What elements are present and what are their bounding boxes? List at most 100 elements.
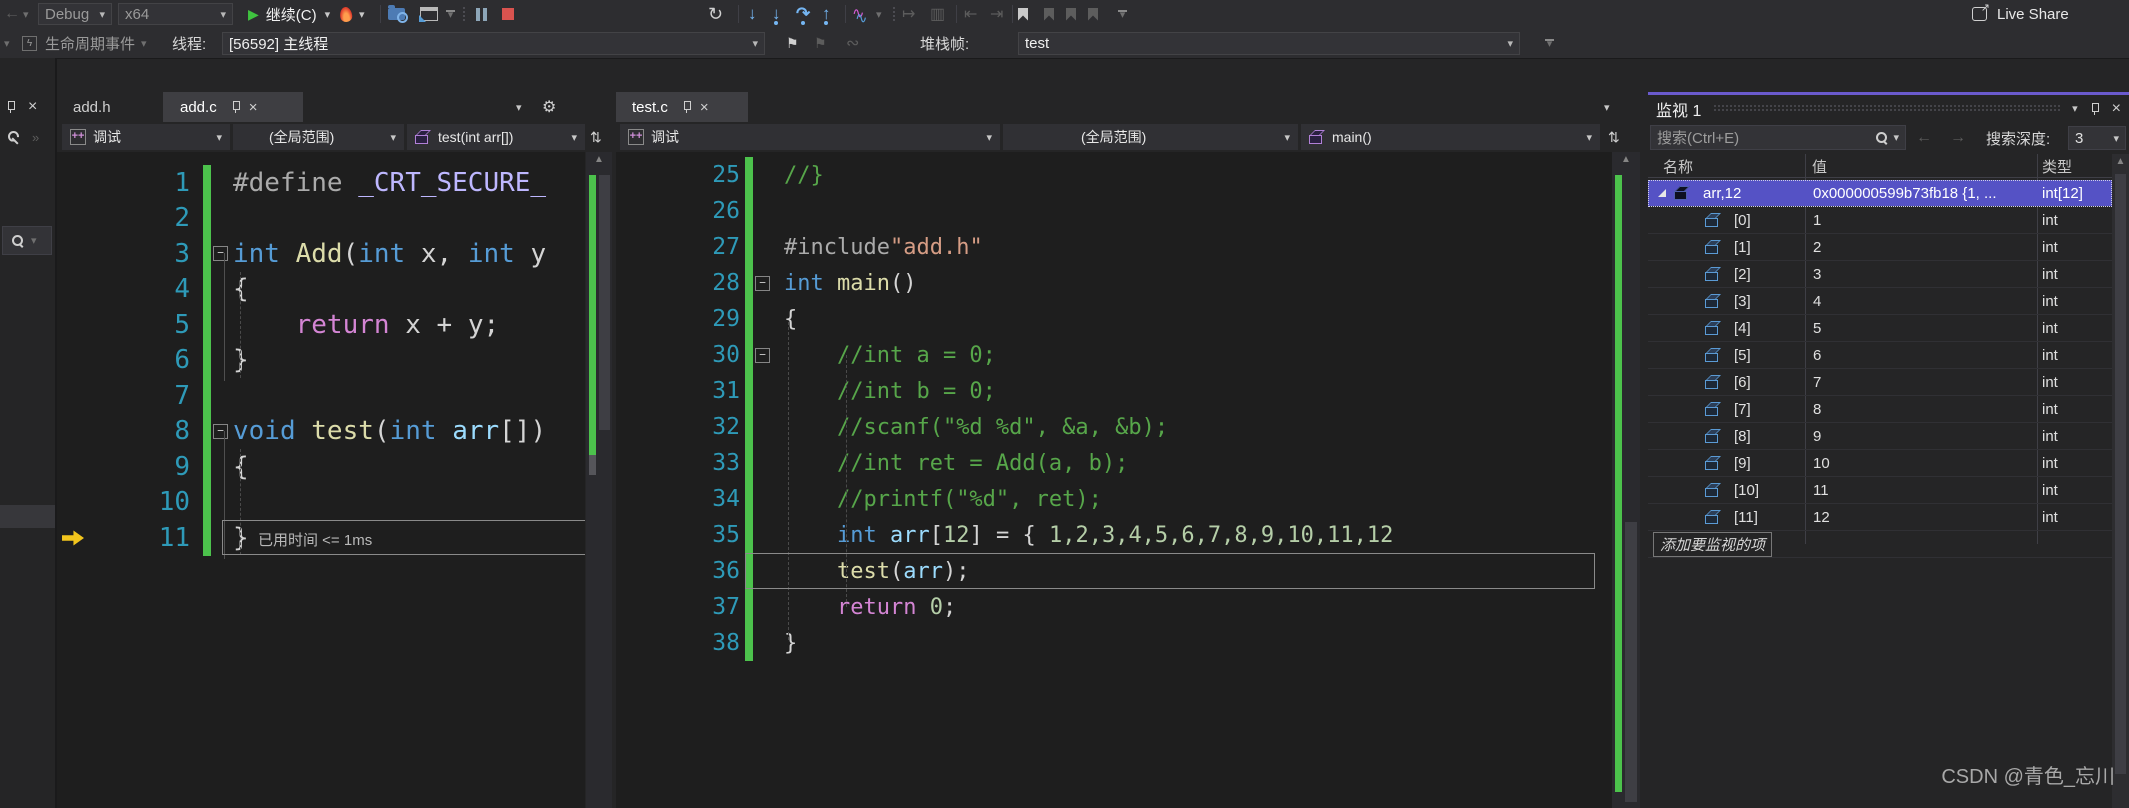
pause-button[interactable] [476, 0, 487, 28]
watch-name-cell[interactable]: [5] [1648, 342, 1805, 368]
watch-name-cell[interactable]: [7] [1648, 396, 1805, 422]
code-line-35[interactable]: 35 int arr[12] = { 1,2,3,4,5,6,7,8,9,10,… [616, 517, 1612, 553]
window-layout-button[interactable]: ▾ [420, 0, 455, 28]
decrease-indent-button[interactable]: ⇤ [964, 0, 977, 28]
toolbar-grip[interactable] [462, 0, 466, 28]
watch-row[interactable]: arr,120x000000599b73fb18 {1, ...int[12] [1648, 180, 2112, 207]
watch-grid-header[interactable]: 名称 值 类型 [1648, 154, 2129, 176]
watch-name-cell[interactable]: [8] [1648, 423, 1805, 449]
watch-name-cell[interactable]: [4] [1648, 315, 1805, 341]
restart-button[interactable]: ↻ [708, 0, 723, 28]
tab-pin-icon[interactable] [682, 100, 692, 114]
next-bookmark-button[interactable] [1066, 0, 1076, 28]
watch-title-bar[interactable]: 监视 1 ▾ × [1648, 95, 2129, 122]
increase-indent-button[interactable]: ⇥ [990, 0, 1003, 28]
mini-search-box[interactable]: ▾ [2, 226, 52, 255]
toolbar-grip-2[interactable] [892, 0, 896, 28]
overflow-chevrons-icon[interactable]: » [32, 130, 39, 145]
right-editor[interactable]: 25//}2627#include"add.h"28−int main()29{… [616, 152, 1612, 808]
live-share-button[interactable]: Live Share [1972, 0, 2069, 28]
right-tab-dropdown[interactable]: ▾ [1604, 92, 1610, 122]
watch-row[interactable]: [9]10int [1648, 450, 2112, 477]
show-threads-button[interactable]: ∿∿ ▾ [852, 0, 882, 28]
watch-search-input[interactable]: 搜索(Ctrl+E) ▾ [1650, 125, 1906, 150]
tab-close-icon[interactable]: × [700, 99, 709, 116]
watch-value-cell[interactable]: 3 [1805, 261, 2037, 287]
watch-row[interactable]: [0]1int [1648, 207, 2112, 234]
add-watch-label[interactable]: 添加要监视的项 [1653, 532, 1772, 557]
toolbar-overflow-icon[interactable]: ▾ [446, 10, 455, 18]
watch-row[interactable]: [1]2int [1648, 234, 2112, 261]
watch-value-cell[interactable]: 10 [1805, 450, 2037, 476]
code-line-2[interactable]: 2 [57, 201, 585, 237]
watch-name-cell[interactable]: arr,12 [1648, 180, 1805, 206]
scrollbar-thumb[interactable] [1625, 522, 1637, 802]
search-back-button[interactable]: ← [1916, 126, 1932, 150]
hot-reload-button[interactable]: ▾ [340, 0, 365, 28]
watch-row[interactable]: [5]6int [1648, 342, 2112, 369]
code-line-8[interactable]: 8−void test(int arr[]) [57, 414, 585, 450]
watch-name-cell[interactable]: [6] [1648, 369, 1805, 395]
bookmark-overflow[interactable]: ▾ [1118, 0, 1127, 28]
watch-name-cell[interactable]: [2] [1648, 261, 1805, 287]
watch-name-cell[interactable]: [11] [1648, 504, 1805, 530]
code-line-37[interactable]: 37 return 0; [616, 589, 1612, 625]
pin-icon[interactable] [6, 100, 16, 114]
code-line-10[interactable]: 10 [57, 485, 585, 521]
code-line-7[interactable]: 7 [57, 378, 585, 414]
watch-name-cell[interactable]: [1] [1648, 234, 1805, 260]
fold-toggle-icon[interactable]: − [213, 246, 228, 261]
fold-toggle-icon[interactable]: − [755, 276, 770, 291]
tab-test-c[interactable]: test.c × [616, 92, 748, 122]
column-name[interactable]: 名称 [1663, 156, 1693, 177]
toolbar2-overflow-icon[interactable]: ▾ [4, 28, 10, 58]
left-split-editor-icon[interactable]: ⇅ [590, 122, 602, 152]
step-out-button[interactable]: ↑ [822, 0, 831, 28]
fold-toggle-icon[interactable]: − [213, 424, 228, 439]
left-tab-dropdown[interactable]: ▾ [516, 92, 522, 122]
watch-value-cell[interactable]: 7 [1805, 369, 2037, 395]
code-line-27[interactable]: 27#include"add.h" [616, 229, 1612, 265]
stack-frame-dropdown[interactable]: test ▾ [1018, 32, 1520, 55]
left-nav-scope-dropdown[interactable]: (全局范围) ▾ [233, 124, 404, 150]
code-line-6[interactable]: 6} [57, 343, 585, 379]
code-line-32[interactable]: 32 //scanf("%d %d", &a, &b); [616, 409, 1612, 445]
show-next-statement-button[interactable]: ↓ [748, 0, 757, 28]
watch-value-cell[interactable]: 11 [1805, 477, 2037, 503]
nav-history-icon[interactable]: ← ▾ [4, 0, 29, 28]
solution-config-dropdown[interactable]: Debug ▾ [38, 3, 112, 25]
code-line-1[interactable]: 1#define _CRT_SECURE_ [57, 165, 585, 201]
watch-row[interactable]: [2]3int [1648, 261, 2112, 288]
watch-value-cell[interactable]: 12 [1805, 504, 2037, 530]
watch-value-cell[interactable]: 6 [1805, 342, 2037, 368]
browse-solution-button[interactable] [388, 0, 405, 28]
code-line-4[interactable]: 4{ [57, 272, 585, 308]
watch-row[interactable]: [7]8int [1648, 396, 2112, 423]
step-over-button[interactable]: ↷ [796, 0, 810, 28]
watch-row[interactable]: [4]5int [1648, 315, 2112, 342]
watch-value-cell[interactable]: 2 [1805, 234, 2037, 260]
code-line-29[interactable]: 29{ [616, 301, 1612, 337]
watch-row[interactable]: [10]11int [1648, 477, 2112, 504]
pin-icon[interactable] [2090, 102, 2100, 116]
tab-close-icon[interactable]: × [249, 99, 258, 116]
code-line-25[interactable]: 25//} [616, 157, 1612, 193]
set-next-statement-button[interactable]: ↦ [902, 0, 915, 28]
watch-value-cell[interactable]: 9 [1805, 423, 2037, 449]
right-nav-member-dropdown[interactable]: main() ▾ [1301, 124, 1600, 150]
scroll-up-icon[interactable]: ▲ [1612, 154, 1640, 165]
prev-bookmark-button[interactable] [1044, 0, 1054, 28]
thread-dropdown[interactable]: [56592] 主线程 ▾ [222, 32, 765, 55]
tab-add-c[interactable]: add.c × [163, 92, 303, 122]
close-icon[interactable]: × [28, 98, 37, 116]
right-nav-scope-dropdown[interactable]: (全局范围) ▾ [1003, 124, 1298, 150]
left-nav-project-dropdown[interactable]: ++ 调试 ▾ [62, 124, 230, 150]
step-into-button[interactable]: ↓ [772, 0, 781, 28]
watch-value-cell[interactable]: 8 [1805, 396, 2037, 422]
show-flagged-only-button[interactable]: ∾ [846, 28, 859, 58]
watch-row[interactable]: [8]9int [1648, 423, 2112, 450]
left-editor[interactable]: 1#define _CRT_SECURE_23−int Add(int x, i… [57, 152, 585, 808]
watch-name-cell[interactable]: [3] [1648, 288, 1805, 314]
code-line-9[interactable]: 9{ [57, 449, 585, 485]
search-depth-dropdown[interactable]: 3 ▾ [2068, 126, 2126, 150]
